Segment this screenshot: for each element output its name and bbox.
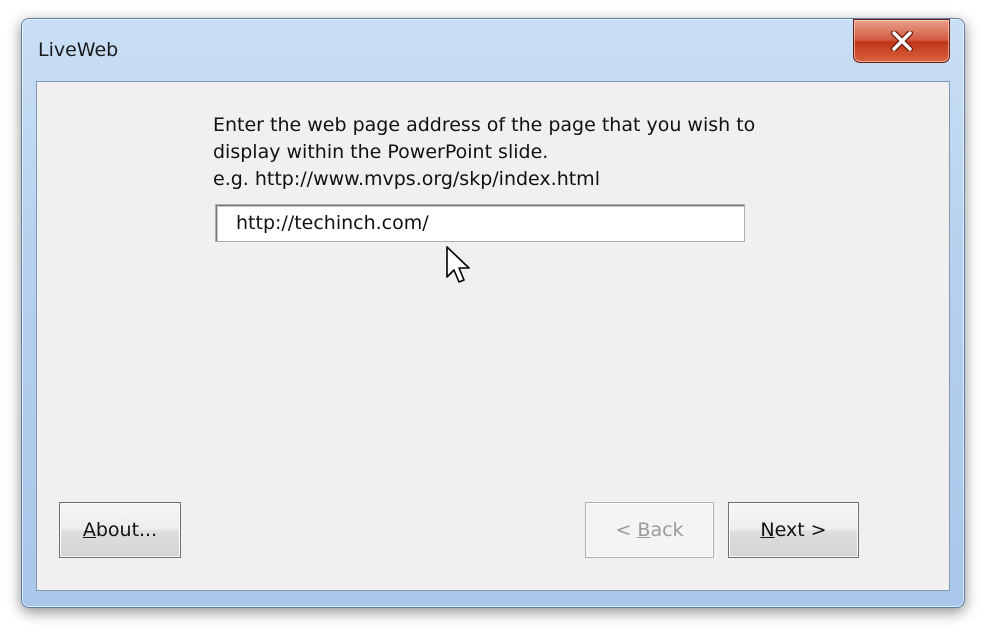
instructions-line-3: e.g. http://www.mvps.org/skp/index.html xyxy=(213,168,600,190)
about-button[interactable]: About... xyxy=(59,502,181,558)
back-mnemonic: B xyxy=(637,519,651,541)
close-button[interactable] xyxy=(853,19,950,63)
next-button[interactable]: Next > xyxy=(728,502,859,558)
liveweb-dialog: LiveWeb Enter the web page address of th… xyxy=(21,18,965,608)
back-prefix: < xyxy=(615,519,638,541)
about-mnemonic: A xyxy=(82,519,96,541)
instructions-line-1: Enter the web page address of the page t… xyxy=(213,114,756,136)
window-title: LiveWeb xyxy=(38,39,119,61)
next-mnemonic: N xyxy=(760,519,775,541)
instructions-line-2: display within the PowerPoint slide. xyxy=(213,141,549,163)
dialog-body: Enter the web page address of the page t… xyxy=(36,81,950,591)
about-label: bout... xyxy=(95,519,158,541)
next-label: ext > xyxy=(774,519,827,541)
close-x-icon xyxy=(890,31,913,51)
instructions-text: Enter the web page address of the page t… xyxy=(213,112,813,193)
back-button[interactable]: < Back xyxy=(585,502,714,558)
url-input[interactable] xyxy=(215,204,745,242)
mouse-pointer-icon xyxy=(446,246,470,283)
back-label: ack xyxy=(650,519,684,541)
